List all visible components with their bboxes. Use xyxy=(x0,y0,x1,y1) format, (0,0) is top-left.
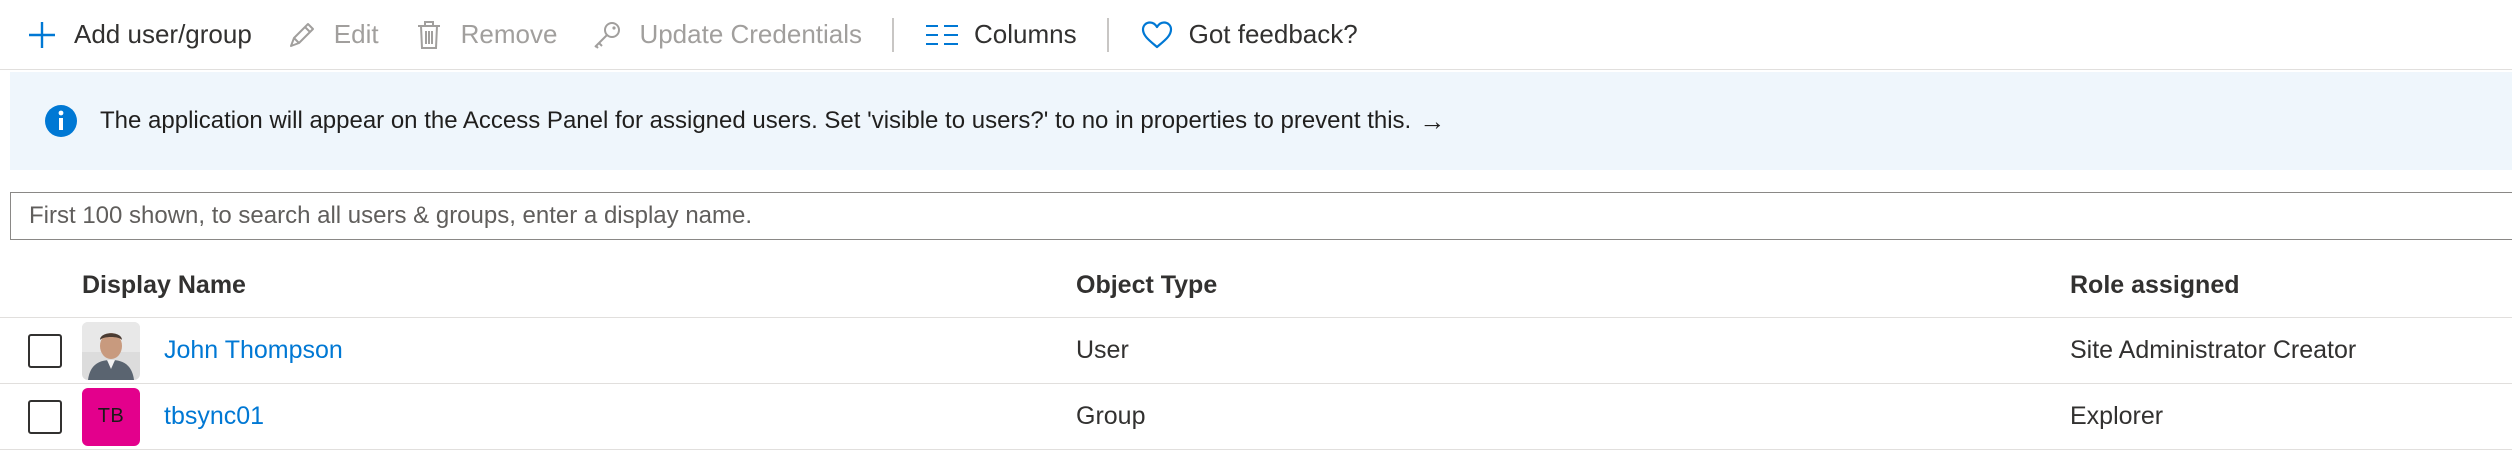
toolbar-divider xyxy=(892,17,895,52)
table-row[interactable]: TB tbsync01 Group Explorer xyxy=(0,384,2512,450)
trash-icon xyxy=(411,17,447,53)
add-user-group-label: Add user/group xyxy=(74,19,252,49)
update-credentials-button[interactable]: Update Credentials xyxy=(573,0,878,70)
row-checkbox[interactable] xyxy=(28,333,62,368)
plus-icon xyxy=(24,17,60,53)
info-banner: The application will appear on the Acces… xyxy=(10,72,2512,170)
columns-button[interactable]: Columns xyxy=(908,0,1093,70)
feedback-button[interactable]: Got feedback? xyxy=(1123,0,1374,70)
object-type-cell: User xyxy=(1076,336,1129,364)
column-header-role-assigned[interactable]: Role assigned xyxy=(2070,271,2512,300)
row-checkbox[interactable] xyxy=(28,399,62,434)
avatar xyxy=(82,321,140,380)
remove-label: Remove xyxy=(460,19,558,49)
table-header: Display Name Object Type Role assigned xyxy=(0,254,2512,318)
role-cell: Site Administrator Creator xyxy=(2070,336,2357,364)
column-header-object-type[interactable]: Object Type xyxy=(1076,271,2070,300)
group-name-link[interactable]: tbsync01 xyxy=(164,402,264,431)
columns-label: Columns xyxy=(974,19,1077,49)
add-user-group-button[interactable]: Add user/group xyxy=(0,0,268,70)
object-type-cell: Group xyxy=(1076,402,1146,430)
column-header-display-name[interactable]: Display Name xyxy=(82,271,1076,300)
command-bar: Add user/group Edit Remove Update Creden… xyxy=(0,0,2512,70)
role-cell: Explorer xyxy=(2070,402,2164,430)
key-icon xyxy=(589,17,625,53)
assignments-table: Display Name Object Type Role assigned J… xyxy=(0,254,2512,450)
columns-list-icon xyxy=(924,17,960,53)
remove-button[interactable]: Remove xyxy=(395,0,574,70)
arrow-right-icon[interactable]: → xyxy=(1419,106,1445,137)
search-input[interactable] xyxy=(10,192,2512,240)
edit-button[interactable]: Edit xyxy=(268,0,395,70)
feedback-label: Got feedback? xyxy=(1188,19,1358,49)
info-icon xyxy=(44,104,78,138)
user-name-link[interactable]: John Thompson xyxy=(164,336,343,365)
pencil-icon xyxy=(284,17,320,53)
update-credentials-label: Update Credentials xyxy=(639,19,863,49)
banner-message: The application will appear on the Acces… xyxy=(100,107,1412,134)
toolbar-divider xyxy=(1106,17,1109,52)
table-row[interactable]: John Thompson User Site Administrator Cr… xyxy=(0,318,2512,384)
group-avatar: TB xyxy=(82,387,140,446)
heart-icon xyxy=(1139,17,1175,53)
edit-label: Edit xyxy=(333,19,379,49)
